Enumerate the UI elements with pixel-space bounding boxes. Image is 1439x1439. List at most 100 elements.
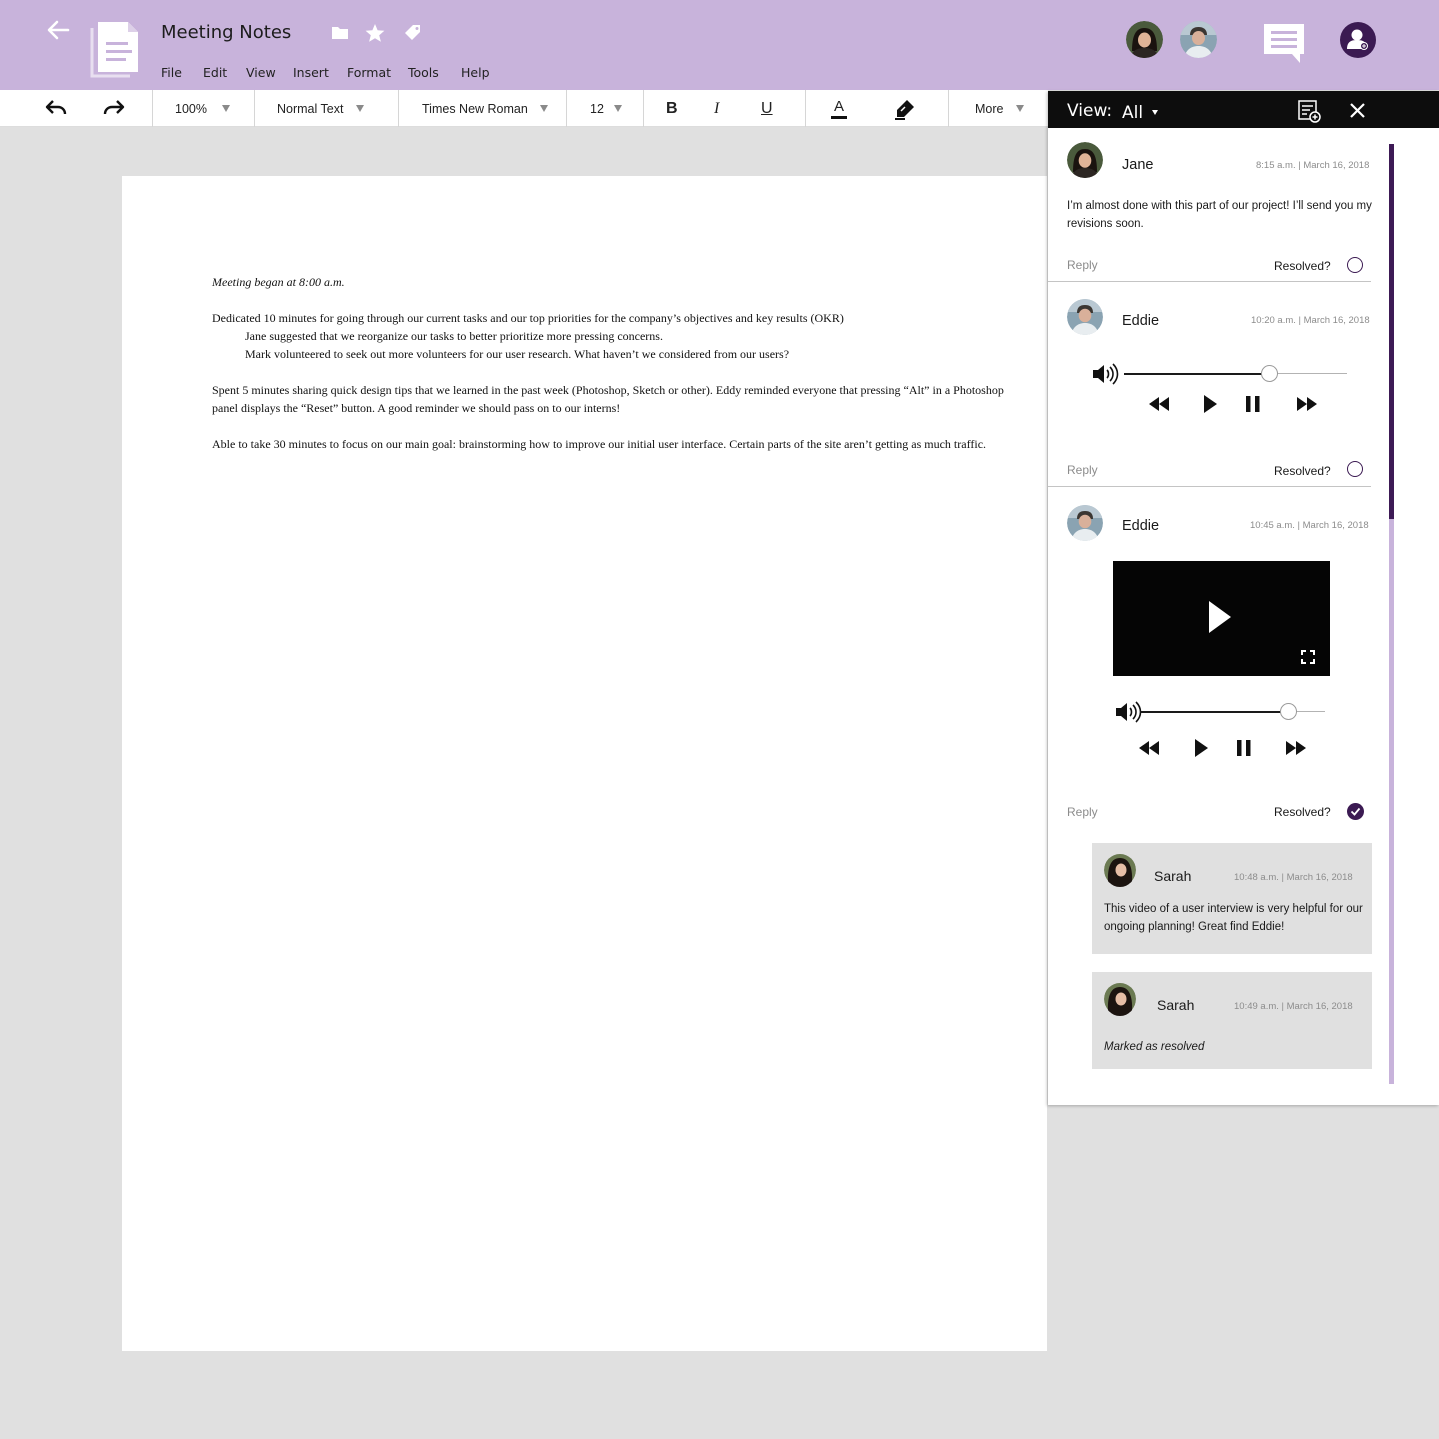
reply-author: Sarah [1154,868,1192,884]
text-color-letter: A [833,97,844,115]
pause-icon[interactable] [1236,739,1252,757]
highlighter-icon[interactable] [893,97,917,121]
comment-body: I’m almost done with this part of our pr… [1067,200,1372,230]
menu-insert[interactable]: Insert [293,65,329,80]
rewind-icon[interactable] [1138,740,1160,756]
video-slider-handle[interactable] [1280,703,1297,720]
text-style-value: Normal Text [277,101,344,116]
add-user-icon [1347,29,1368,50]
undo-icon[interactable] [44,98,68,118]
audio-slider-handle[interactable] [1261,365,1278,382]
checkmark-icon [1350,807,1361,816]
underline-button[interactable]: U [761,90,773,127]
play-icon[interactable] [1202,394,1218,414]
volume-icon[interactable] [1114,700,1142,724]
document-icon [90,22,138,78]
add-user-button[interactable] [1340,22,1376,58]
view-label: View: [1067,101,1113,121]
resolved-label: Resolved? [1274,464,1331,478]
toolbar-divider [643,90,644,127]
document-title[interactable]: Meeting Notes [161,22,291,43]
comments-scrollbar[interactable] [1389,144,1394,1084]
avatar-jane[interactable] [1126,21,1163,58]
resolve-checkbox[interactable] [1347,461,1363,477]
doc-paragraph: Jane suggested that we reorganize our ta… [245,329,663,343]
chevron-down-icon [539,105,548,112]
toolbar-divider [152,90,153,127]
play-icon[interactable] [1193,738,1209,758]
toolbar-divider [398,90,399,127]
fast-forward-icon[interactable] [1296,396,1318,412]
view-filter-select[interactable]: All [1122,103,1143,123]
more-menu[interactable]: More [975,90,1025,127]
resolved-label: Resolved? [1274,805,1331,819]
reply-link[interactable]: Reply [1067,258,1098,272]
zoom-value: 100% [175,101,207,116]
reply-body: This video of a user interview is very h… [1104,903,1363,933]
menu-view[interactable]: View [246,65,276,80]
video-player[interactable] [1113,561,1330,676]
back-arrow-icon[interactable] [44,16,72,44]
toolbar-divider [566,90,567,127]
italic-button[interactable]: I [714,90,719,127]
menu-help[interactable]: Help [461,65,490,80]
comment-divider [1048,486,1371,487]
document-page[interactable]: Meeting began at 8:00 a.m. Dedicated 10 … [122,176,1047,1351]
comments-panel-header: View: All [1048,91,1439,128]
chevron-down-icon [613,105,622,112]
comment-author: Eddie [1122,313,1160,329]
volume-icon[interactable] [1091,362,1119,386]
doc-paragraph: Dedicated 10 minutes for going through o… [212,311,844,325]
reply-link[interactable]: Reply [1067,805,1098,819]
chevron-down-icon[interactable] [1152,110,1158,115]
menu-format[interactable]: Format [347,65,391,80]
document-body[interactable]: Meeting began at 8:00 a.m. Dedicated 10 … [212,273,1022,471]
audio-progress-track[interactable] [1124,373,1269,375]
comment-divider [1048,281,1371,282]
comment-timestamp: 10:45 a.m. | March 16, 2018 [1250,520,1369,531]
play-icon[interactable] [1207,599,1233,635]
reply-author: Sarah [1157,997,1195,1013]
scrollbar-thumb[interactable] [1389,144,1394,519]
fast-forward-icon[interactable] [1285,740,1307,756]
reply-timestamp: 10:48 a.m. | March 16, 2018 [1234,872,1353,883]
format-toolbar: 100% Normal Text Times New Roman 12 B I … [0,90,1048,127]
text-color-button[interactable]: A [831,90,847,127]
avatar [1104,854,1136,887]
pause-icon[interactable] [1245,395,1261,413]
audio-progress-remaining[interactable] [1269,373,1347,374]
comment-author: Jane [1122,157,1154,173]
text-style-select[interactable]: Normal Text [277,90,365,127]
avatar [1067,505,1103,541]
toolbar-divider [805,90,806,127]
menu-file[interactable]: File [161,65,182,80]
avatar-eddie[interactable] [1180,21,1217,58]
toolbar-divider [254,90,255,127]
zoom-select[interactable]: 100% [175,90,230,127]
text-color-swatch [831,115,847,119]
star-icon[interactable] [364,22,386,44]
add-comment-icon[interactable] [1297,99,1321,123]
resolve-checkbox[interactable] [1347,257,1363,273]
bold-button[interactable]: B [666,90,678,127]
fullscreen-icon[interactable] [1300,649,1316,665]
doc-paragraph: Mark volunteered to seek out more volunt… [245,347,790,361]
menu-edit[interactable]: Edit [203,65,227,80]
font-size-select[interactable]: 12 [590,90,622,127]
toolbar-divider [948,90,949,127]
font-size-value: 12 [590,101,604,116]
resolve-checkbox-checked[interactable] [1347,803,1364,820]
redo-icon[interactable] [102,98,126,118]
comment-timestamp: 8:15 a.m. | March 16, 2018 [1256,160,1370,171]
avatar [1067,142,1103,178]
folder-icon[interactable] [329,22,351,44]
menu-tools[interactable]: Tools [408,65,439,80]
chevron-down-icon [1016,105,1025,112]
reply-link[interactable]: Reply [1067,463,1098,477]
tag-icon[interactable] [402,22,424,44]
close-icon[interactable] [1350,103,1365,118]
video-progress-track[interactable] [1140,711,1288,713]
comments-icon[interactable] [1262,22,1306,64]
rewind-icon[interactable] [1148,396,1170,412]
font-select[interactable]: Times New Roman [422,90,548,127]
